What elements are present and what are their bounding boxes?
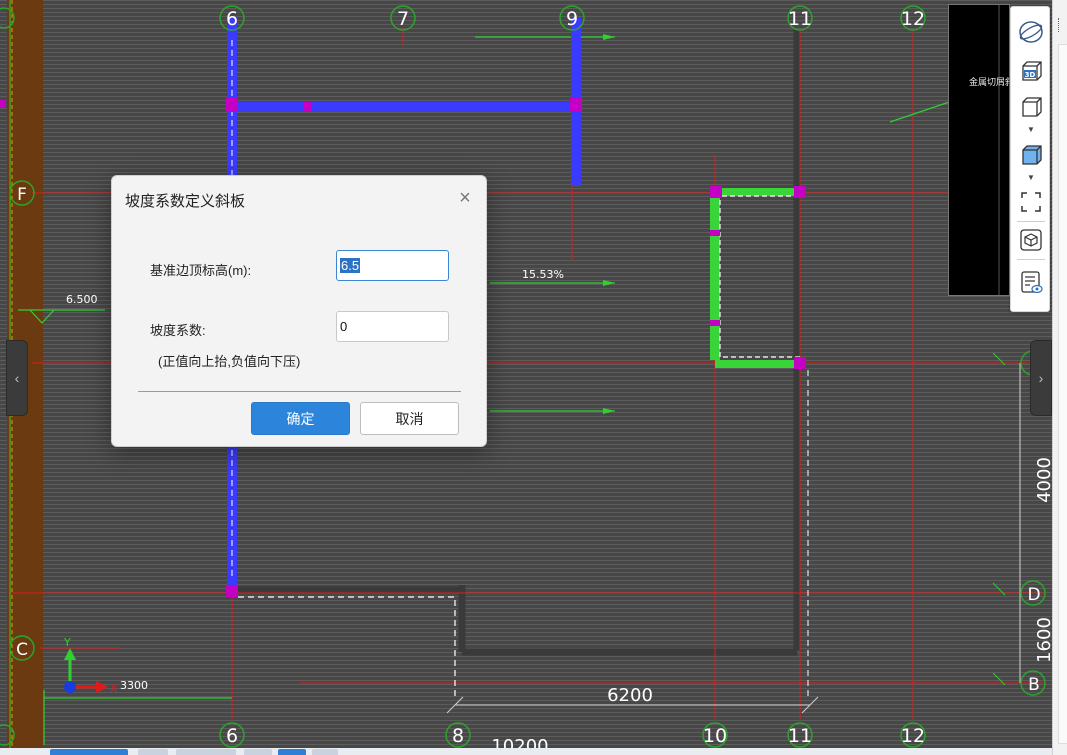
ucs-y-arrow xyxy=(64,648,76,660)
bottom-tab[interactable] xyxy=(50,749,128,755)
axis-label-C: C xyxy=(16,640,28,660)
solid-cube-dropdown-icon[interactable]: ▼ xyxy=(1025,173,1037,183)
dim-10200-text: 10200 xyxy=(491,736,548,748)
dimension-lines xyxy=(446,182,1021,714)
right-panel-body xyxy=(1058,44,1067,744)
ucs-x-arrow xyxy=(96,681,108,693)
axis-label-top-9: 9 xyxy=(566,8,578,30)
axis-label-bottom-8: 8 xyxy=(452,725,464,747)
right-panel-toggle[interactable]: › xyxy=(1030,340,1052,416)
bottom-tab[interactable] xyxy=(138,749,168,755)
node xyxy=(226,98,238,112)
node xyxy=(710,230,720,236)
node xyxy=(304,102,312,112)
slope-coefficient-input[interactable]: 0 xyxy=(336,311,449,342)
box-view-icon xyxy=(1022,97,1042,117)
chevron-right-icon: › xyxy=(1038,370,1044,386)
left-panel-toggle[interactable]: ‹ xyxy=(6,340,28,416)
dialog-title: 坡度系数定义斜板 xyxy=(125,193,246,210)
axis-label-top-7: 7 xyxy=(397,8,409,30)
toolbar-separator xyxy=(1017,259,1045,260)
minimap-svg xyxy=(998,5,1000,295)
dim-4000-text: 4000 xyxy=(1034,457,1052,503)
ucs-y-label: Y xyxy=(63,636,71,649)
box-view-dropdown-icon[interactable]: ▼ xyxy=(1025,125,1037,135)
leader-top-arrow xyxy=(603,34,615,40)
node xyxy=(0,100,6,108)
orbit-icon xyxy=(1019,21,1043,43)
solid-cube-button[interactable] xyxy=(1015,139,1047,169)
svg-text:3D: 3D xyxy=(1025,71,1036,79)
leader-mid-arrow xyxy=(603,280,615,286)
leader-low-arrow xyxy=(603,408,615,414)
axis-label-bottom-12: 12 xyxy=(901,725,925,747)
dim-3300-text: 3300 xyxy=(120,679,148,692)
minimap-label: 金属切屑斜板 xyxy=(969,78,1009,88)
ucs-icon: Y X xyxy=(63,636,118,695)
right-side-panel xyxy=(1052,0,1067,755)
grip-icon[interactable] xyxy=(1058,18,1060,32)
axis-label-D: D xyxy=(1027,585,1040,605)
slope-slab-dialog: 坡度系数定义斜板 × 基准边顶标高(m): 6.5 坡度系数: 0 (正值向上抬… xyxy=(111,175,487,447)
beam-green-bottom xyxy=(715,360,800,368)
orbit-button[interactable] xyxy=(1015,17,1047,47)
bottom-tab[interactable] xyxy=(312,749,338,755)
elevation-text: 6.500 xyxy=(66,293,98,306)
view-3d-button[interactable]: 3D xyxy=(1015,55,1047,85)
layer-display-button[interactable] xyxy=(1015,267,1047,297)
layer-display-icon xyxy=(1021,271,1043,294)
dim-1600-text: 1600 xyxy=(1034,617,1052,663)
toolbar-separator xyxy=(1017,221,1045,222)
chevron-left-icon: ‹ xyxy=(14,370,20,386)
axis-label-top-6: 6 xyxy=(226,8,238,30)
bottom-tab[interactable] xyxy=(176,749,236,755)
node xyxy=(710,186,722,198)
slope-text: 15.53% xyxy=(522,268,564,281)
axis-label-top-11: 11 xyxy=(788,8,812,30)
axis-label-B: B xyxy=(1028,675,1040,695)
axis-label-bottom-11: 11 xyxy=(788,725,812,747)
bottom-tab-strip xyxy=(0,748,1052,755)
base-elevation-label: 基准边顶标高(m): xyxy=(150,263,252,278)
solid-cube-icon xyxy=(1022,145,1042,165)
node xyxy=(226,585,238,597)
view-cube-button[interactable] xyxy=(1015,225,1047,255)
axis-label-bottom-6: 6 xyxy=(226,725,238,747)
node xyxy=(794,357,806,369)
view-3d-icon: 3D xyxy=(1022,61,1042,81)
node xyxy=(794,186,806,198)
zoom-extents-button[interactable] xyxy=(1015,187,1047,217)
beam-green-top xyxy=(715,188,800,196)
slab-edge-green xyxy=(719,200,800,358)
view-cube-icon xyxy=(1020,229,1042,251)
ucs-origin xyxy=(64,681,76,693)
axis-label-bottom-10: 10 xyxy=(703,725,727,747)
beam-blue-horizontal xyxy=(232,102,577,112)
axis-label-top-12: 12 xyxy=(901,8,925,30)
beam-green-vertical xyxy=(710,190,720,360)
base-elevation-input[interactable]: 6.5 xyxy=(336,250,449,281)
axis-label-F: F xyxy=(17,185,27,205)
close-icon[interactable]: × xyxy=(455,188,475,208)
node xyxy=(710,320,720,326)
dialog-divider xyxy=(138,391,461,392)
zoom-extents-icon xyxy=(1021,192,1041,212)
slope-coefficient-label: 坡度系数: xyxy=(150,323,206,338)
slab-outline xyxy=(238,596,456,700)
minimap[interactable]: 金属切屑斜板 xyxy=(948,4,1010,296)
box-view-button[interactable] xyxy=(1015,91,1047,121)
slope-hint-text: (正值向上抬,负值向下压) xyxy=(158,354,301,369)
slope-coefficient-value: 0 xyxy=(340,319,348,334)
green-beams xyxy=(710,188,800,368)
bottom-tab[interactable] xyxy=(244,749,272,755)
bottom-tab[interactable] xyxy=(278,749,306,755)
view-toolbar: 3D ▼ ▼ xyxy=(1010,6,1050,312)
dim-6200-text: 6200 xyxy=(607,685,653,706)
node xyxy=(570,98,582,112)
cad-application: 6 7 9 11 12 6 8 10 11 12 F C D B 6200 10… xyxy=(0,0,1067,755)
ucs-x-label: X xyxy=(110,682,118,695)
base-elevation-value: 6.5 xyxy=(340,258,361,273)
cancel-button[interactable]: 取消 xyxy=(360,402,459,435)
ok-button[interactable]: 确定 xyxy=(251,402,350,435)
